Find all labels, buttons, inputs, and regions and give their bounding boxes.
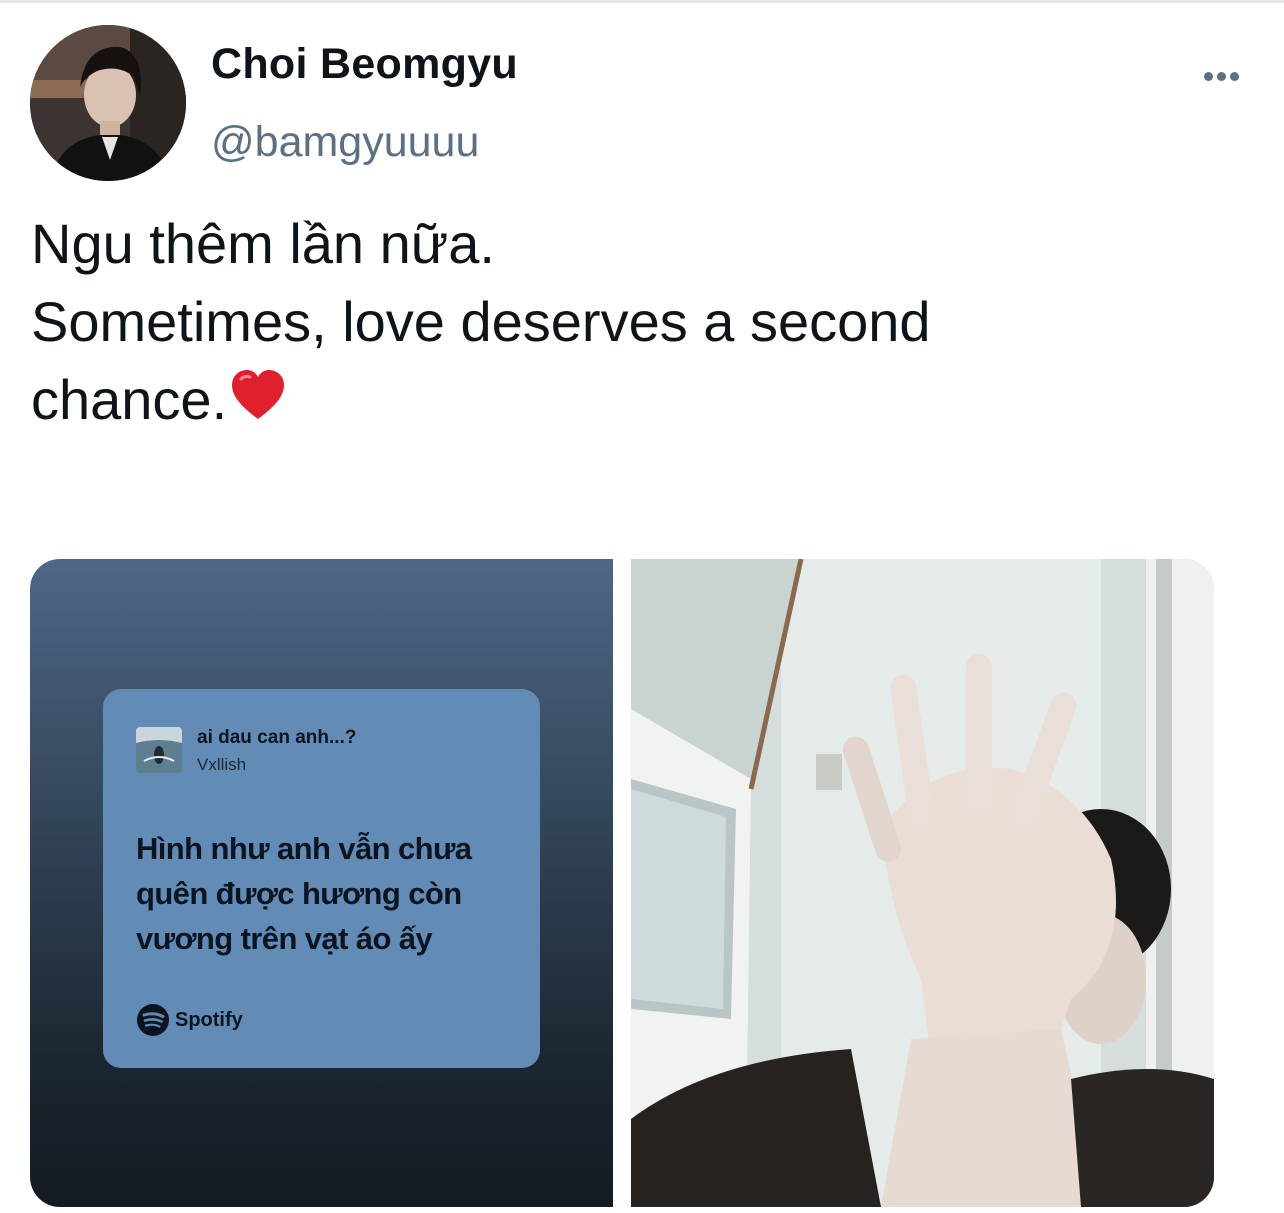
spotify-brand: Spotify: [136, 1003, 243, 1037]
lyric-line: vương trên vạt áo ấy: [136, 921, 433, 956]
media-image-lyric-card[interactable]: ai dau can anh...? Vxllish Hình như anh …: [30, 559, 613, 1207]
top-divider: [0, 0, 1284, 3]
song-artist: Vxllish: [197, 755, 247, 774]
avatar[interactable]: [30, 25, 186, 181]
tweet-text-line: Ngu thêm lần nữa.: [31, 212, 495, 275]
more-options-button[interactable]: [1196, 60, 1246, 92]
tweet-text-line: Sometimes, love deserves a second: [31, 290, 931, 353]
media-image-photo[interactable]: [631, 559, 1214, 1207]
photo-hand-over-face-icon: [631, 559, 1214, 1207]
lyric-text: Hình như anh vẫn chưa quên được hương cò…: [136, 826, 526, 961]
lyric-line: Hình như anh vẫn chưa: [136, 831, 472, 866]
tweet-text-line: chance.: [31, 368, 228, 431]
album-art-icon: [136, 727, 182, 773]
more-dot-icon: [1203, 71, 1213, 81]
tweet-text-line-last: chance.: [31, 361, 1231, 445]
song-title: ai dau can anh...?: [197, 727, 357, 748]
spotify-logo-icon: [137, 1004, 169, 1036]
tweet-text: Ngu thêm lần nữa. Sometimes, love deserv…: [31, 205, 1231, 445]
display-name[interactable]: Choi Beomgyu: [211, 40, 518, 89]
avatar-photo: [30, 25, 186, 181]
red-heart-icon: [229, 367, 287, 445]
user-handle[interactable]: @bamgyuuuu: [211, 118, 479, 167]
spotify-label: Spotify: [175, 1008, 243, 1031]
more-dot-icon: [1216, 71, 1226, 81]
spotify-lyric-card: ai dau can anh...? Vxllish Hình như anh …: [103, 689, 540, 1068]
lyric-line: quên được hương còn: [136, 876, 462, 911]
more-dot-icon: [1229, 71, 1239, 81]
tweet-media: ai dau can anh...? Vxllish Hình như anh …: [30, 559, 1214, 1207]
